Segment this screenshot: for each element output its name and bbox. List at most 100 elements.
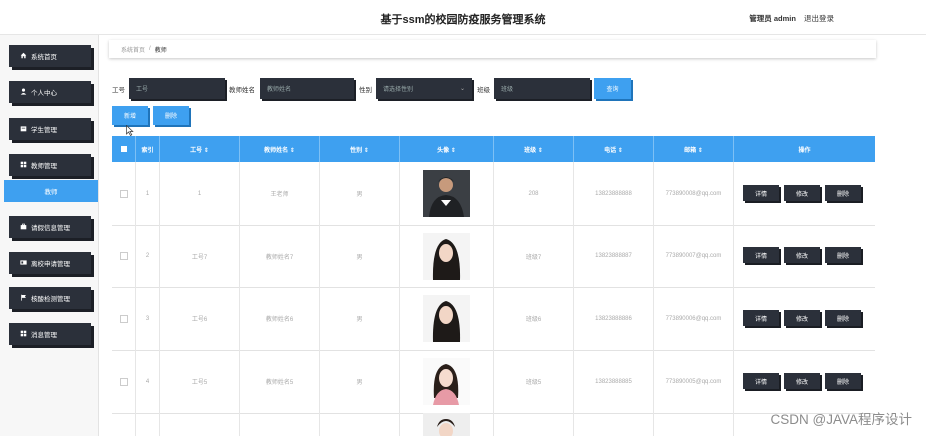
sidebar-item-students[interactable]: 学生管理 <box>9 118 91 140</box>
edit-button[interactable]: 修改 <box>784 247 820 263</box>
sidebar-item-label: 学生管理 <box>31 127 57 134</box>
row-delete-button[interactable]: 删除 <box>825 185 861 201</box>
sidebar-subitem-teacher[interactable]: 教师 <box>4 180 98 202</box>
class-placeholder: 班级 <box>501 87 514 93</box>
table-header: 索引 工号 ⇕ 教师姓名 ⇕ 性别 ⇕ 头像 ⇕ 班级 ⇕ 电话 ⇕ 邮箱 ⇕ … <box>112 136 875 162</box>
cell-email: 773890005@qq.com <box>654 350 734 413</box>
header-gender[interactable]: 性别 ⇕ <box>320 136 400 162</box>
cell-class: 班级5 <box>494 350 574 413</box>
avatar <box>423 413 470 436</box>
cell-avatar <box>400 413 494 436</box>
gender-label: 性别 <box>359 87 372 94</box>
edit-button[interactable]: 修改 <box>784 373 820 389</box>
folder-icon <box>20 126 27 132</box>
table-row: 4 工号5 教师姓名5 男 班级5 13823888885 773890005@… <box>112 350 875 414</box>
cell-actions: 详情 修改 删除 <box>734 225 875 287</box>
row-select-cell[interactable] <box>112 350 136 413</box>
class-input[interactable]: 班级 <box>494 78 590 99</box>
cell-email <box>654 413 734 436</box>
cell-gender: 男 <box>320 350 400 413</box>
detail-button[interactable]: 详情 <box>743 185 779 201</box>
cell-phone: 13823888885 <box>574 350 654 413</box>
cell-avatar <box>400 287 494 350</box>
cell-actions: 详情 修改 删除 <box>734 350 875 413</box>
delete-button[interactable]: 删除 <box>153 106 189 125</box>
gender-select[interactable]: 请选择性别 ⌄ <box>376 78 472 99</box>
sidebar-item-label: 教师 <box>44 189 58 196</box>
header-actions: 操作 <box>798 147 811 154</box>
cell-phone: 13823888887 <box>574 225 654 287</box>
sidebar-item-label: 离校申请管理 <box>31 261 70 268</box>
sidebar-item-teachers[interactable]: 教师管理 <box>9 154 91 176</box>
cell-class <box>494 413 574 436</box>
cell-class: 208 <box>494 162 574 225</box>
row-checkbox[interactable] <box>119 377 128 386</box>
chevron-down-icon: ⌄ <box>459 86 465 92</box>
id-input[interactable]: 工号 <box>129 78 225 99</box>
avatar <box>423 358 470 405</box>
row-select-cell[interactable] <box>112 225 136 287</box>
cell-id: 工号5 <box>160 350 240 413</box>
row-select-cell[interactable] <box>112 287 136 350</box>
edit-button[interactable]: 修改 <box>784 310 820 326</box>
avatar <box>423 170 470 217</box>
table-row <box>112 413 875 436</box>
sidebar-item-nucleic[interactable]: 核酸检测管理 <box>9 287 91 309</box>
row-delete-button[interactable]: 删除 <box>825 310 861 326</box>
row-checkbox[interactable] <box>119 314 128 323</box>
id-label: 工号 <box>112 87 125 94</box>
cell-index: 3 <box>136 287 160 350</box>
cell-phone: 13823888888 <box>574 162 654 225</box>
name-input[interactable]: 教师姓名 <box>260 78 354 99</box>
detail-button[interactable]: 详情 <box>743 310 779 326</box>
detail-button[interactable]: 详情 <box>743 247 779 263</box>
add-button[interactable]: 新增 <box>112 106 148 125</box>
row-delete-button[interactable]: 删除 <box>825 373 861 389</box>
cell-index: 2 <box>136 225 160 287</box>
breadcrumb-home[interactable]: 系统首页 <box>121 45 145 54</box>
select-all-checkbox[interactable] <box>120 146 127 152</box>
row-checkbox[interactable] <box>119 189 128 198</box>
cell-id <box>160 413 240 436</box>
header-avatar[interactable]: 头像 ⇕ <box>400 136 494 162</box>
detail-button[interactable]: 详情 <box>743 373 779 389</box>
id-placeholder: 工号 <box>136 87 149 93</box>
sidebar-item-departure[interactable]: 离校申请管理 <box>9 252 91 274</box>
table-row: 3 工号6 教师姓名6 男 班级6 13823888886 773890006@… <box>112 287 875 351</box>
sidebar-item-label: 请假信息管理 <box>31 225 70 232</box>
sidebar-item-profile[interactable]: 个人中心 <box>9 81 91 103</box>
edit-button[interactable]: 修改 <box>784 185 820 201</box>
sidebar-item-home[interactable]: 系统首页 <box>9 45 91 67</box>
cell-name: 王老师 <box>240 162 320 225</box>
header-email[interactable]: 邮箱 ⇕ <box>654 136 734 162</box>
cell-class: 班级6 <box>494 287 574 350</box>
cell-phone: 13823888886 <box>574 287 654 350</box>
cell-id: 工号6 <box>160 287 240 350</box>
cell-gender: 男 <box>320 287 400 350</box>
name-placeholder: 教师姓名 <box>267 87 292 93</box>
row-delete-button[interactable]: 删除 <box>825 247 861 263</box>
logout-link[interactable]: 退出登录 <box>804 14 834 23</box>
row-select-cell <box>112 413 136 436</box>
cell-name: 教师姓名6 <box>240 287 320 350</box>
row-checkbox[interactable] <box>119 252 128 260</box>
sidebar-item-leave[interactable]: 请假信息管理 <box>9 216 91 238</box>
header-id[interactable]: 工号 ⇕ <box>160 136 240 162</box>
header-name[interactable]: 教师姓名 ⇕ <box>240 136 320 162</box>
user-icon <box>20 88 27 95</box>
sidebar-item-label: 核酸检测管理 <box>31 296 70 303</box>
sidebar: 系统首页 个人中心 学生管理 教师管理 教师 请假信息管理 离校申请管理 核酸检… <box>0 35 99 436</box>
home-icon <box>20 52 27 59</box>
mouse-cursor-icon <box>126 125 134 136</box>
sidebar-item-label: 教师管理 <box>31 163 57 170</box>
sidebar-item-messages[interactable]: 消息管理 <box>9 323 91 345</box>
query-button[interactable]: 查询 <box>594 78 631 99</box>
cell-avatar <box>400 162 494 225</box>
user-info: 管理员 admin 退出登录 <box>749 13 834 24</box>
header-class[interactable]: 班级 ⇕ <box>494 136 574 162</box>
cell-id: 工号7 <box>160 225 240 287</box>
cell-actions: 详情 修改 删除 <box>734 162 875 225</box>
header-select-all[interactable] <box>112 136 136 162</box>
row-select-cell[interactable] <box>112 162 136 225</box>
header-phone[interactable]: 电话 ⇕ <box>574 136 654 162</box>
